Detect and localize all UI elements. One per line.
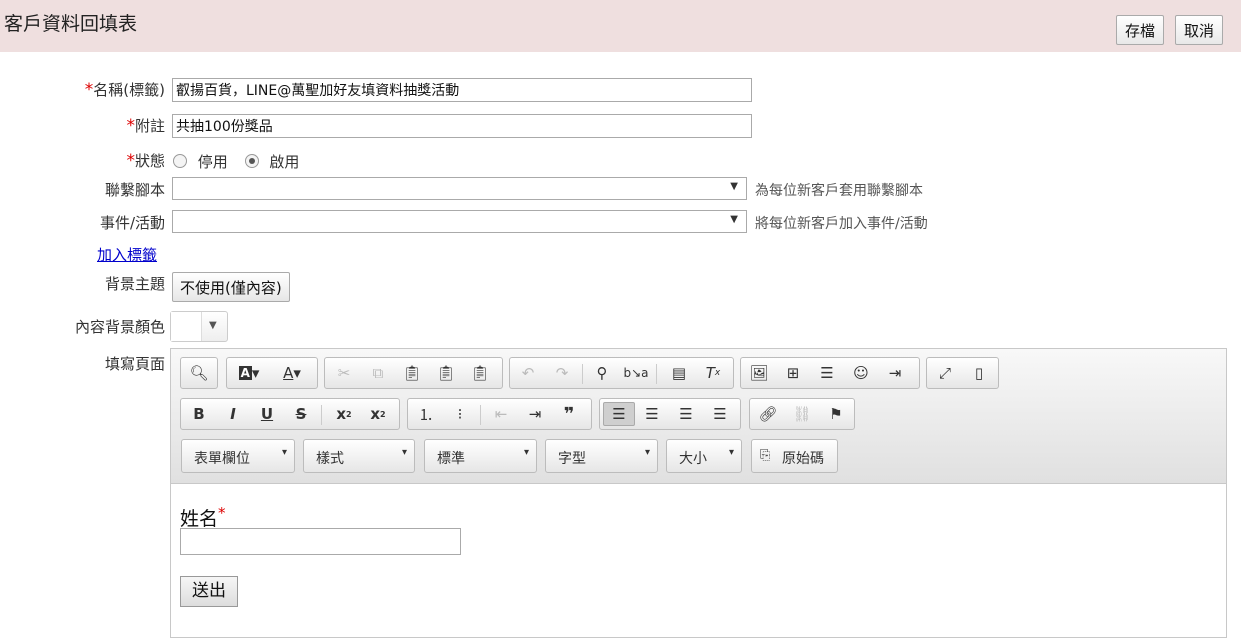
rich-text-editor: 🔍︎ A ▾ A ▾ ✂ ⧉ 📋︎ 📋︎ 📋︎ ↶ ↷ ⚲ b↘a ▤ Tx 🖼︎ … xyxy=(170,348,1227,638)
redo-icon[interactable]: ↷ xyxy=(549,361,575,385)
chevron-down-icon: ▾ xyxy=(644,447,650,458)
source-button[interactable]: ⎘ 原始碼 xyxy=(751,439,838,473)
status-off-radio[interactable] xyxy=(173,154,187,168)
anchor-flag-icon[interactable]: ⚑ xyxy=(823,402,849,426)
submit-button[interactable]: 送出 xyxy=(180,576,238,607)
toolbar-group-basic: B I U S x2 x2 xyxy=(180,398,400,430)
find-icon[interactable]: ⚲ xyxy=(589,361,615,385)
toolbar-group-align: ☰ ☰ ☰ ☰ xyxy=(599,398,741,430)
save-button[interactable]: 存檔 xyxy=(1116,15,1165,45)
bgcolor-picker[interactable]: ▼ xyxy=(170,311,228,342)
status-radio-group: 停用 啟用 xyxy=(173,151,299,172)
bullet-list-icon[interactable]: ⁝ xyxy=(447,402,473,426)
field-input[interactable] xyxy=(180,528,461,555)
align-center-icon[interactable]: ☰ xyxy=(639,402,665,426)
toolbar-group-links: 🔗︎ ⛓ ⚑ xyxy=(749,398,855,430)
toolbar-group-edit: ↶ ↷ ⚲ b↘a ▤ Tx xyxy=(509,357,734,389)
bold-icon[interactable]: B xyxy=(186,402,212,426)
table-icon[interactable]: ⊞ xyxy=(780,361,806,385)
style-combo[interactable]: 樣式 ▾ xyxy=(303,439,415,473)
strikethrough-icon[interactable]: S xyxy=(288,402,314,426)
status-off-label: 停用 xyxy=(197,153,228,171)
toolbar-group-preview: 🔍︎ xyxy=(180,357,218,389)
status-on-label: 啟用 xyxy=(269,153,300,171)
bgcolor-label: 內容背景顏色 xyxy=(74,318,165,336)
smiley-icon[interactable]: ☺ xyxy=(848,361,874,385)
chevron-down-icon: ▾ xyxy=(401,447,407,458)
event-hint: 將每位新客戶加入事件/活動 xyxy=(755,216,928,232)
text-color-icon[interactable]: A ▾ xyxy=(275,361,309,385)
italic-icon[interactable]: I xyxy=(220,402,246,426)
status-label: *狀態 xyxy=(126,151,165,171)
superscript-icon[interactable]: x2 xyxy=(365,402,391,426)
script-label: 聯繫腳本 xyxy=(104,181,165,199)
toolbar-group-insert: 🖼︎ ⊞ ☰ ☺ ⇥ xyxy=(740,357,920,389)
page-break-icon[interactable]: ⇥ xyxy=(882,361,908,385)
paste-word-icon[interactable]: 📋︎ xyxy=(467,361,493,385)
note-label: *附註 xyxy=(126,116,165,136)
add-tag-link[interactable]: 加入標籤 xyxy=(97,244,157,265)
chevron-down-icon: ▾ xyxy=(281,447,287,458)
event-select[interactable]: ▼ xyxy=(172,210,747,233)
select-all-icon[interactable]: ▤ xyxy=(666,361,692,385)
underline-icon[interactable]: U xyxy=(254,402,280,426)
blockquote-icon[interactable]: ❞ xyxy=(556,402,582,426)
chevron-down-icon: ▾ xyxy=(728,447,734,458)
maximize-icon[interactable]: ⤢ xyxy=(932,361,958,385)
cut-icon[interactable]: ✂ xyxy=(331,361,357,385)
color-swatch xyxy=(171,312,202,341)
chevron-down-icon: ▾ xyxy=(523,447,529,458)
show-blocks-icon[interactable]: ▯ xyxy=(966,361,992,385)
header-bar: 客戶資料回填表 存檔 取消 xyxy=(0,0,1241,52)
subscript-icon[interactable]: x2 xyxy=(331,402,357,426)
numbered-list-icon[interactable]: ⒈ xyxy=(413,402,439,426)
replace-icon[interactable]: b↘a xyxy=(623,361,649,385)
copy-icon[interactable]: ⧉ xyxy=(365,361,391,385)
toolbar-group-clipboard: ✂ ⧉ 📋︎ 📋︎ 📋︎ xyxy=(324,357,503,389)
script-hint: 為每位新客戶套用聯繫腳本 xyxy=(755,183,923,199)
preview-icon[interactable]: 🔍︎ xyxy=(186,361,212,385)
horizontal-line-icon[interactable]: ☰ xyxy=(814,361,840,385)
toolbar-group-color: A ▾ A ▾ xyxy=(226,357,318,389)
align-justify-icon[interactable]: ☰ xyxy=(707,402,733,426)
editor-toolbar: 🔍︎ A ▾ A ▾ ✂ ⧉ 📋︎ 📋︎ 📋︎ ↶ ↷ ⚲ b↘a ▤ Tx 🖼︎ … xyxy=(171,349,1226,484)
toolbar-group-paragraph: ⒈ ⁝ ⇤ ⇥ ❞ xyxy=(407,398,592,430)
script-select[interactable]: ▼ xyxy=(172,177,747,200)
font-combo[interactable]: 字型 ▾ xyxy=(545,439,658,473)
chevron-down-icon: ▼ xyxy=(730,181,738,192)
size-combo[interactable]: 大小 ▾ xyxy=(666,439,742,473)
chevron-down-icon: ▼ xyxy=(730,214,738,225)
name-input[interactable] xyxy=(172,78,752,102)
paste-text-icon[interactable]: 📋︎ xyxy=(433,361,459,385)
status-on-radio[interactable] xyxy=(244,154,259,168)
theme-label: 背景主題 xyxy=(104,275,165,293)
field-label: 姓名* xyxy=(180,504,226,530)
indent-icon[interactable]: ⇥ xyxy=(522,402,548,426)
link-icon[interactable]: 🔗︎ xyxy=(755,402,781,426)
bg-color-icon[interactable]: A ▾ xyxy=(232,361,266,385)
note-input[interactable] xyxy=(172,114,752,138)
toolbar-group-view: ⤢ ▯ xyxy=(926,357,999,389)
align-left-icon[interactable]: ☰ xyxy=(603,402,635,426)
image-icon[interactable]: 🖼︎ xyxy=(746,361,772,385)
undo-icon[interactable]: ↶ xyxy=(515,361,541,385)
page-title: 客戶資料回填表 xyxy=(4,13,138,35)
chevron-down-icon: ▼ xyxy=(209,320,217,331)
form-field-combo[interactable]: 表單欄位 ▾ xyxy=(181,439,295,473)
align-right-icon[interactable]: ☰ xyxy=(673,402,699,426)
cancel-button[interactable]: 取消 xyxy=(1175,15,1224,45)
format-combo[interactable]: 標準 ▾ xyxy=(424,439,537,473)
paste-icon[interactable]: 📋︎ xyxy=(399,361,425,385)
unlink-icon[interactable]: ⛓ xyxy=(789,402,815,426)
source-icon: ⎘ xyxy=(760,448,771,463)
outdent-icon[interactable]: ⇤ xyxy=(488,402,514,426)
editor-content[interactable]: 姓名* 送出 xyxy=(171,484,1226,634)
event-label: 事件/活動 xyxy=(99,214,165,232)
page-label: 填寫頁面 xyxy=(104,355,165,373)
name-label: *名稱(標籤) xyxy=(84,80,165,100)
theme-button[interactable]: 不使用(僅內容) xyxy=(172,272,290,302)
remove-format-icon[interactable]: Tx xyxy=(700,361,726,385)
